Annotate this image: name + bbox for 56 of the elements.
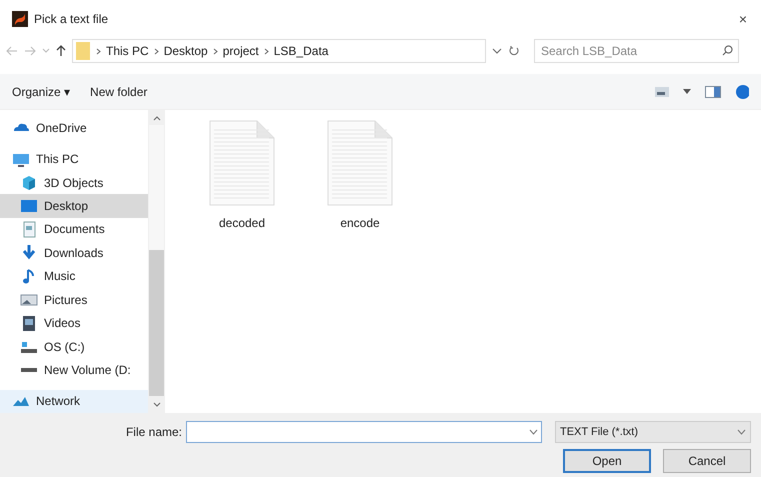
help-icon[interactable] [735,84,749,100]
window-title: Pick a text file [34,11,108,28]
sidebar-item[interactable]: This PC [0,147,148,171]
download-icon [20,244,38,262]
cancel-button[interactable]: Cancel [663,449,751,473]
sidebar-item[interactable]: OneDrive [0,116,148,140]
chevron-icon [96,48,101,54]
refresh-icon[interactable] [508,45,520,57]
open-button[interactable]: Open [563,449,651,473]
view-icon[interactable] [655,86,669,96]
sidebar-item[interactable]: New Volume (D: [0,358,148,382]
scrollbar[interactable] [148,110,165,413]
organize-button[interactable]: Organize ▾ [12,82,70,100]
scroll-down-icon[interactable] [152,402,160,407]
breadcrumb-item[interactable]: LSB_Data [274,42,328,60]
text-file-icon [209,120,275,206]
preview-pane-icon[interactable] [705,86,721,98]
chevron-icon [154,48,159,54]
sidebar-item[interactable]: OS (C:) [0,334,148,358]
caret-icon[interactable] [683,89,691,94]
breadcrumb-item[interactable]: project [222,42,259,60]
address-bar[interactable]: This PC Desktop project LSB_Data [72,39,486,63]
monitor-icon [20,197,38,214]
file-name-field[interactable] [186,421,542,443]
film-icon [20,314,38,332]
chevron-icon [264,48,269,54]
file-item[interactable]: decoded [203,120,281,232]
sidebar-item[interactable]: Desktop [0,194,148,218]
file-type-dropdown[interactable]: TEXT File (*.txt) [555,421,751,443]
cube-icon [20,174,38,192]
file-item[interactable]: encode [321,120,399,232]
sidebar-item[interactable]: Downloads [0,241,148,265]
search-icon [722,45,733,56]
drive-icon [21,368,37,372]
file-name-label: File name: [126,424,182,441]
breadcrumb-item[interactable]: Desktop [164,42,208,60]
breadcrumb-item[interactable]: This PC [106,42,149,60]
sidebar-item[interactable]: Documents [0,218,148,242]
search-field[interactable]: Search LSB_Data [534,39,739,63]
dropdown-icon[interactable] [737,429,746,435]
new-folder-button[interactable]: New folder [90,82,148,100]
sidebar-item[interactable]: Network [0,390,148,414]
file-type-value: TEXT File (*.txt) [560,424,640,440]
sidebar-item[interactable]: 3D Objects [0,170,148,194]
app-icon [12,11,28,27]
close-button[interactable]: × [736,8,749,30]
up-icon[interactable] [56,45,66,57]
text-file-icon [327,120,393,206]
dropdown-icon[interactable] [492,47,502,55]
sidebar-item[interactable]: Pictures [0,288,148,312]
sidebar-item[interactable]: Videos [0,311,148,335]
dropdown-icon[interactable] [529,429,538,435]
folder-icon [75,41,91,61]
sidebar-item[interactable]: Music [0,264,148,288]
scroll-up-icon[interactable] [152,116,160,121]
chevron-icon [212,48,218,54]
